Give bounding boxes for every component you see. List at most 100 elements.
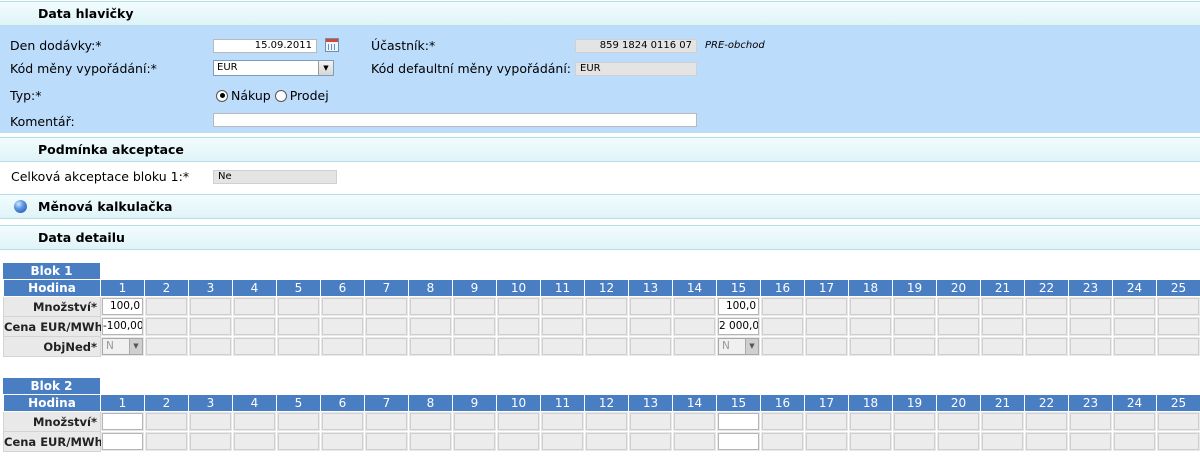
hour-cell	[540, 431, 585, 452]
section-title-calculator[interactable]: Měnová kalkulačka	[38, 199, 172, 214]
hour-input-9	[454, 298, 495, 315]
row-label: Cena EUR/MWh*	[3, 316, 109, 337]
hour-cell	[452, 431, 497, 452]
chevron-down-icon[interactable]: ▼	[129, 339, 142, 354]
hour-cell	[760, 336, 805, 357]
hour-cell	[232, 296, 277, 317]
hour-input-2	[146, 298, 187, 315]
hour-header-24: 24	[1112, 279, 1157, 297]
hour-cell	[672, 296, 717, 317]
hour-input-9	[454, 413, 495, 430]
hour-cell	[1112, 431, 1157, 452]
hour-cell	[364, 296, 409, 317]
hour-input-1[interactable]	[102, 413, 143, 430]
hour-input-24	[1114, 298, 1155, 315]
hour-cell	[188, 336, 233, 357]
hour-cell	[496, 411, 541, 432]
hour-cell	[804, 411, 849, 432]
objned-select-19	[894, 338, 935, 355]
hour-cell	[1024, 296, 1069, 317]
hour-input-1[interactable]: -100,00	[102, 318, 143, 335]
hour-input-7	[366, 318, 407, 335]
chevron-down-icon[interactable]: ▼	[745, 339, 758, 354]
chevron-down-icon[interactable]: ▼	[318, 61, 333, 75]
section-title-acceptance: Podmínka akceptace	[38, 142, 184, 157]
blok-2-title: Blok 2	[3, 378, 100, 394]
hour-input-15[interactable]: 100,0	[718, 298, 759, 315]
hour-cell	[276, 296, 321, 317]
hour-cell	[760, 431, 805, 452]
hour-header-6: 6	[320, 279, 365, 297]
hour-input-9	[454, 433, 495, 450]
hour-input-21	[982, 433, 1023, 450]
blok-1-grid: Hodina 1 2 3 4 5 6 7 8 9 10 11 12 13 14 15 16 17 18 19 20 21 2…	[3, 279, 1200, 357]
hour-cell	[188, 296, 233, 317]
hour-cell	[804, 336, 849, 357]
hour-input-22	[1026, 298, 1067, 315]
hour-input-7	[366, 433, 407, 450]
radio-nakup[interactable]	[216, 89, 228, 102]
hour-input-15[interactable]: 2 000,00	[718, 318, 759, 335]
kod-default-label: Kód defaultní měny vypořádání:	[371, 61, 572, 76]
hour-cell	[892, 411, 937, 432]
hour-cell	[232, 336, 277, 357]
hour-cell	[408, 336, 453, 357]
hour-header-25: 25	[1156, 394, 1200, 412]
hour-input-19	[894, 433, 935, 450]
hour-cell	[232, 316, 277, 337]
radio-prodej[interactable]	[274, 89, 287, 102]
hour-input-16	[762, 413, 803, 430]
hour-input-15[interactable]	[718, 433, 759, 450]
section-header-acceptance: Podmínka akceptace	[0, 137, 1200, 162]
objned-select-15[interactable]: N ▼	[718, 338, 759, 355]
hour-header-13: 13	[628, 279, 673, 297]
radio-nakup-label[interactable]: Nákup	[231, 88, 271, 103]
hour-input-4	[234, 298, 275, 315]
hour-header-3: 3	[188, 394, 233, 412]
hour-header-6: 6	[320, 394, 365, 412]
hour-input-16	[762, 433, 803, 450]
hour-input-20	[938, 298, 979, 315]
radio-prodej-label[interactable]: Prodej	[290, 88, 329, 103]
hour-header-21: 21	[980, 279, 1025, 297]
hour-input-23	[1070, 298, 1111, 315]
kod-meny-select[interactable]: EUR ▼	[213, 60, 334, 76]
hour-cell	[1112, 316, 1157, 337]
hour-input-11	[542, 413, 583, 430]
hour-input-12	[586, 433, 627, 450]
hour-header-20: 20	[936, 279, 981, 297]
objned-select-1[interactable]: N ▼	[102, 338, 143, 355]
hour-input-23	[1070, 318, 1111, 335]
hour-input-1[interactable]: 100,0	[102, 298, 143, 315]
hour-cell	[628, 431, 673, 452]
section-header-calculator[interactable]: Měnová kalkulačka	[0, 194, 1200, 219]
ucastnik-note: PRE-obchod	[705, 40, 765, 51]
hour-input-15[interactable]	[718, 413, 759, 430]
calendar-icon[interactable]	[325, 38, 339, 52]
globe-icon[interactable]	[14, 200, 27, 213]
hour-input-18	[850, 298, 891, 315]
hour-input-22	[1026, 433, 1067, 450]
hour-cell	[628, 296, 673, 317]
table-row: ObjNed* N ▼ N ▼	[3, 336, 1200, 357]
komentar-input[interactable]	[213, 113, 697, 127]
table-row: Množství* 100,0 100,0	[3, 296, 1200, 317]
hour-header-10: 10	[496, 394, 541, 412]
hour-input-25	[1158, 298, 1199, 315]
hour-cell	[144, 336, 189, 357]
hour-cell	[1068, 431, 1113, 452]
hour-cell	[1024, 411, 1069, 432]
objned-select-8	[410, 338, 451, 355]
den-dodavky-input[interactable]: 15.09.2011	[213, 39, 317, 53]
komentar-label: Komentář:	[10, 114, 75, 129]
hour-cell	[144, 316, 189, 337]
hour-input-22	[1026, 318, 1067, 335]
hour-cell	[276, 336, 321, 357]
hour-cell	[848, 296, 893, 317]
hour-cell	[1068, 336, 1113, 357]
hour-cell	[100, 411, 145, 432]
hour-header-4: 4	[232, 394, 277, 412]
blok-2-grid: Hodina 1 2 3 4 5 6 7 8 9 10 11 12 13 14 15 16 17 18 19 20 21 2…	[3, 394, 1200, 452]
hour-header-11: 11	[540, 394, 585, 412]
hour-input-1[interactable]	[102, 433, 143, 450]
